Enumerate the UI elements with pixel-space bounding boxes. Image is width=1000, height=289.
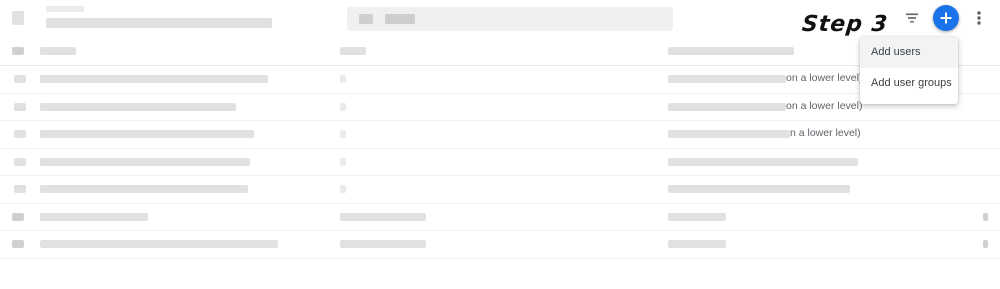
- header: Step 3: [0, 0, 1000, 37]
- row-value: [340, 240, 426, 248]
- table-row[interactable]: [0, 176, 1000, 204]
- row-name: [40, 102, 236, 111]
- row-detail-text: on a lower level): [786, 72, 863, 84]
- row-action[interactable]: [983, 212, 988, 221]
- more-vert-icon: [977, 11, 981, 25]
- menu-item-add-user-groups[interactable]: Add user groups: [860, 68, 958, 99]
- breadcrumb: [46, 6, 84, 12]
- row-name: [40, 240, 278, 248]
- row-value: [340, 75, 346, 83]
- row-checkbox[interactable]: [14, 185, 26, 193]
- row-detail: [668, 212, 726, 221]
- row-name: [40, 185, 248, 193]
- column-header[interactable]: [668, 47, 794, 55]
- row-detail: [668, 185, 850, 193]
- row-value: [340, 185, 346, 193]
- search-icon: [359, 14, 373, 24]
- row-detail-text: on a lower level): [786, 99, 863, 112]
- row-icon: [12, 212, 24, 221]
- column-header[interactable]: [40, 47, 76, 55]
- search-input[interactable]: [347, 7, 673, 31]
- menu-item-add-users[interactable]: Add users: [860, 37, 958, 68]
- row-action[interactable]: [983, 240, 988, 248]
- row-name: [40, 130, 254, 138]
- table-row[interactable]: on a lower level): [0, 94, 1000, 121]
- row-detail-text: n a lower level): [790, 127, 861, 139]
- row-checkbox[interactable]: [14, 157, 26, 166]
- row-checkbox[interactable]: [14, 102, 26, 111]
- column-header[interactable]: [340, 47, 366, 55]
- row-detail: [668, 157, 858, 166]
- page-title: [46, 18, 272, 28]
- row-icon: [12, 240, 24, 248]
- row-value: [340, 102, 346, 111]
- back-icon[interactable]: [12, 11, 24, 25]
- add-menu: Add users Add user groups: [860, 37, 958, 104]
- table-row[interactable]: [0, 231, 1000, 259]
- row-value: [340, 212, 426, 221]
- filter-button[interactable]: [902, 8, 922, 28]
- plus-icon: [940, 12, 952, 24]
- row-detail: [668, 130, 790, 138]
- row-value: [340, 130, 346, 138]
- filter-list-icon: [906, 13, 918, 23]
- row-detail: [668, 240, 726, 248]
- step-annotation: Step 3: [800, 12, 890, 37]
- row-detail: [668, 102, 786, 111]
- row-checkbox[interactable]: [14, 130, 26, 138]
- table-row[interactable]: [0, 149, 1000, 176]
- more-options-button[interactable]: [972, 8, 986, 28]
- select-all-checkbox[interactable]: [12, 47, 24, 55]
- row-name: [40, 75, 268, 83]
- users-table: on a lower level) on a lower level) n a …: [0, 38, 1000, 259]
- table-row[interactable]: n a lower level): [0, 121, 1000, 149]
- table-row[interactable]: [0, 204, 1000, 231]
- row-value: [340, 157, 346, 166]
- row-name: [40, 157, 250, 166]
- table-row[interactable]: on a lower level): [0, 66, 1000, 94]
- row-detail: [668, 75, 786, 83]
- add-button[interactable]: [933, 5, 959, 31]
- table-header: [0, 38, 1000, 66]
- row-checkbox[interactable]: [14, 75, 26, 83]
- row-name: [40, 212, 148, 221]
- search-placeholder: [385, 14, 415, 24]
